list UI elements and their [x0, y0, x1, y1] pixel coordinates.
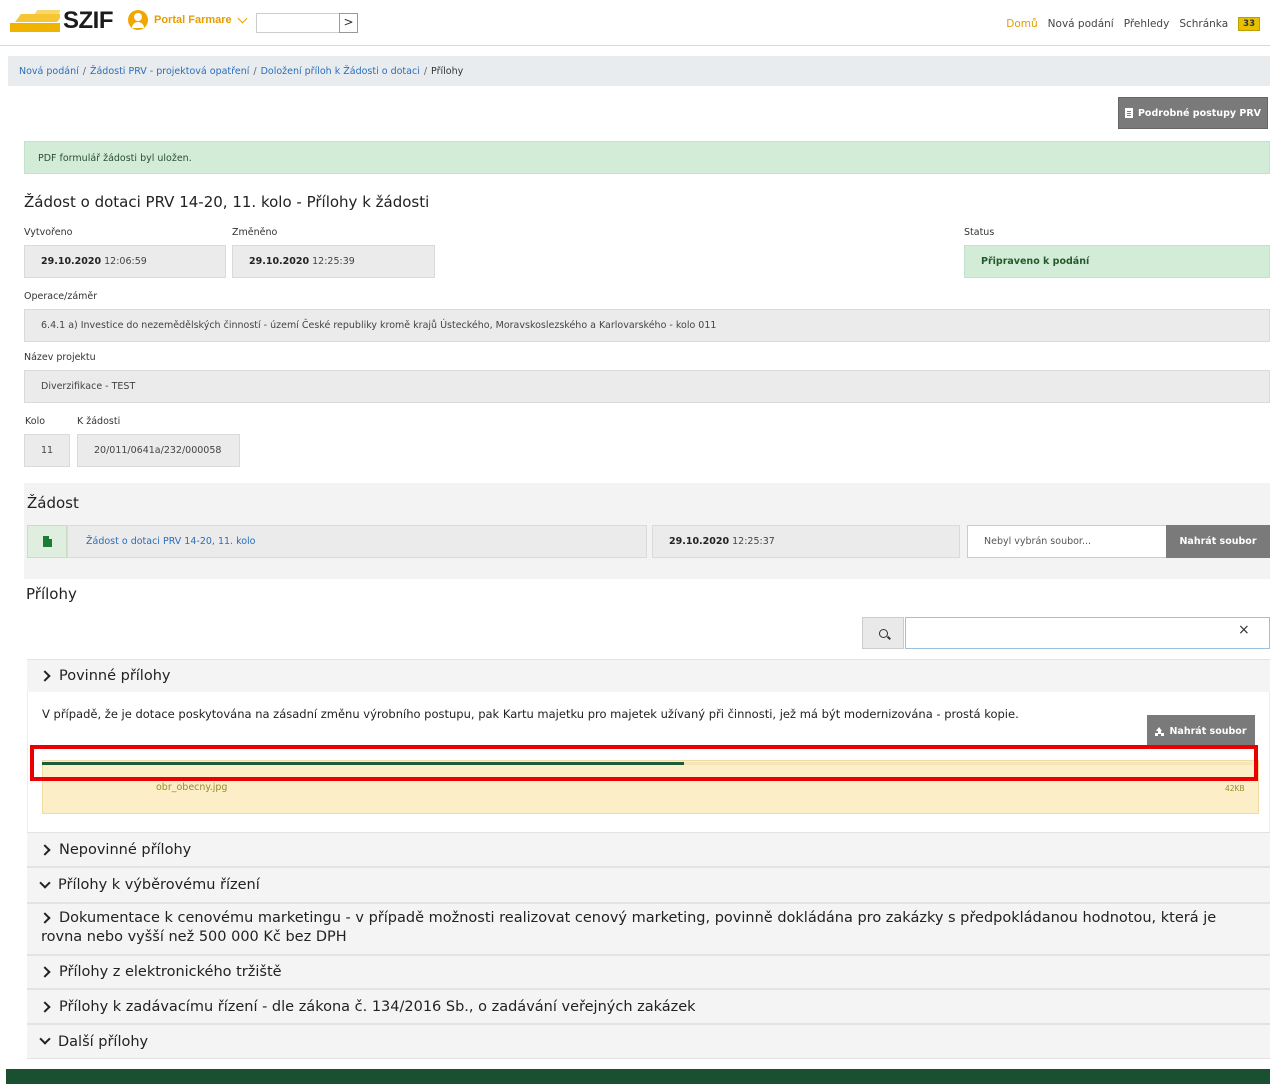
mandatory-description: V případě, že je dotace poskytována na z… — [42, 707, 1019, 721]
search-button[interactable] — [862, 617, 904, 649]
highlight-annotation — [30, 745, 1258, 781]
created-field: 29.10.2020 12:06:59 — [24, 245, 226, 278]
accordion-tender[interactable]: Přílohy k výběrovému řízení — [27, 867, 1270, 903]
top-nav: Domů Nová podání Přehledy Schránka 33 — [996, 17, 1260, 31]
prilohy-title: Přílohy — [26, 585, 77, 603]
mandatory-upload-label: Nahrát soubor — [1169, 725, 1247, 737]
accordion-other-label: Další přílohy — [58, 1033, 149, 1050]
zadost-file-input[interactable]: Nebyl vybrán soubor... — [967, 525, 1167, 558]
accordion-tender-label: Přílohy k výběrovému řízení — [58, 877, 260, 893]
zadost-date-field: 29.10.2020 12:25:37 — [652, 525, 960, 558]
accordion-e-market[interactable]: Přílohy z elektronického tržiště — [27, 955, 1270, 989]
operation-field: 6.4.1 a) Investice do nezemědělských čin… — [24, 309, 1270, 342]
chevron-down-icon — [237, 13, 248, 23]
breadcrumb-current: Přílohy — [431, 66, 464, 77]
request-ref-label: K žádosti — [77, 416, 121, 427]
zadost-time: 12:25:37 — [732, 536, 775, 547]
portal-label: Portal Farmare — [154, 14, 232, 26]
logo-stripes-icon — [10, 10, 60, 32]
success-alert: PDF formulář žádosti byl uložen. — [24, 141, 1270, 174]
accordion-procurement-label: Přílohy k zadávacímu řízení - dle zákona… — [59, 998, 696, 1015]
breadcrumb: Nová podání / Žádosti PRV - projektová opa… — [8, 56, 1270, 86]
zadost-title: Žádost — [27, 494, 79, 512]
changed-field: 29.10.2020 12:25:39 — [232, 245, 435, 278]
nav-new-submissions[interactable]: Nová podání — [1048, 18, 1114, 30]
accordion-price-marketing[interactable]: Dokumentace k cenovému marketingu - v př… — [27, 903, 1270, 955]
nav-home[interactable]: Domů — [1006, 18, 1037, 30]
szif-logo[interactable]: SZIF — [10, 7, 114, 35]
chevron-right-icon — [39, 912, 51, 924]
created-label: Vytvořeno — [24, 227, 73, 238]
round-field: 11 — [24, 434, 70, 467]
changed-label: Změněno — [232, 227, 278, 238]
chevron-right-icon — [39, 1000, 51, 1013]
created-date: 29.10.2020 — [41, 256, 102, 267]
accordion-mandatory[interactable]: Povinné přílohy — [27, 659, 1270, 693]
request-ref-field: 20/011/0641a/232/000058 — [77, 434, 240, 467]
detailed-procedures-label: Podrobné postupy PRV — [1137, 107, 1262, 119]
project-name-field: Diverzifikace - TEST — [24, 370, 1270, 403]
chevron-down-icon — [39, 1033, 51, 1045]
breadcrumb-prv-requests[interactable]: Žádosti PRV - projektová opatření — [90, 66, 249, 77]
page-footer — [6, 1069, 1270, 1084]
round-label: Kolo — [25, 416, 46, 427]
accordion-price-marketing-label: Dokumentace k cenovému marketingu - v př… — [41, 910, 1217, 945]
zadost-upload-button[interactable]: Nahrát soubor — [1166, 525, 1270, 558]
user-icon — [128, 10, 148, 30]
quick-search-button[interactable]: > — [339, 13, 358, 33]
mandatory-upload-button[interactable]: Nahrát soubor — [1147, 715, 1255, 747]
accordion-other[interactable]: Další přílohy — [27, 1024, 1270, 1059]
chevron-right-icon — [39, 966, 51, 978]
breadcrumb-attachments-submission[interactable]: Doložení příloh k Žádosti o dotaci — [261, 66, 420, 77]
document-icon — [1124, 108, 1133, 118]
accordion-e-market-label: Přílohy z elektronického tržiště — [59, 964, 282, 980]
page-title: Žádost o dotaci PRV 14-20, 11. kolo - Př… — [24, 193, 430, 211]
logo-text: SZIF — [63, 7, 114, 34]
inbox-count-badge: 33 — [1238, 17, 1260, 31]
upload-icon — [1155, 726, 1164, 736]
status-badge: Připraveno k podání — [964, 245, 1270, 278]
changed-time: 12:25:39 — [312, 256, 355, 267]
zadost-date: 29.10.2020 — [669, 536, 730, 547]
status-label: Status — [964, 227, 995, 238]
accordion-optional-label: Nepovinné přílohy — [59, 841, 192, 858]
uploaded-file-name[interactable]: obr_obecny.jpg — [156, 782, 227, 793]
nav-inbox[interactable]: Schránka — [1179, 18, 1228, 30]
chevron-down-icon — [39, 876, 51, 889]
project-name-label: Název projektu — [24, 352, 96, 363]
clear-search-icon[interactable]: × — [1238, 622, 1250, 638]
chevron-right-icon — [39, 670, 51, 682]
changed-date: 29.10.2020 — [249, 256, 310, 267]
nav-overviews[interactable]: Přehledy — [1124, 18, 1170, 30]
chevron-right-icon — [39, 843, 51, 856]
accordion-procurement[interactable]: Přílohy k zadávacímu řízení - dle zákona… — [27, 989, 1270, 1024]
zadost-document-link[interactable]: Žádost o dotaci PRV 14-20, 11. kolo — [67, 525, 647, 558]
top-header: SZIF Portal Farmare > Domů Nová podání P… — [0, 0, 1270, 46]
created-time: 12:06:59 — [104, 256, 147, 267]
operation-label: Operace/záměr — [24, 291, 98, 302]
pdf-file-icon — [27, 525, 67, 558]
accordion-mandatory-label: Povinné přílohy — [59, 668, 171, 684]
accordion-optional[interactable]: Nepovinné přílohy — [27, 832, 1270, 867]
attachments-search-input[interactable] — [905, 617, 1270, 649]
uploaded-file-size: 42KB — [1225, 784, 1245, 793]
portal-farmare-menu[interactable]: Portal Farmare — [128, 10, 248, 30]
breadcrumb-new-submissions[interactable]: Nová podání — [19, 66, 79, 77]
quick-search-input[interactable] — [256, 13, 340, 33]
search-icon — [878, 628, 888, 638]
detailed-procedures-button[interactable]: Podrobné postupy PRV — [1118, 97, 1268, 129]
